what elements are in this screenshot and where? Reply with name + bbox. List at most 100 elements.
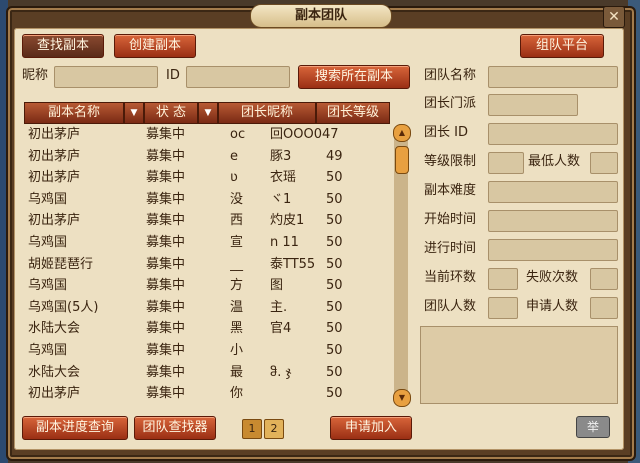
row-status: 募集中 xyxy=(146,127,186,142)
scroll-thumb[interactable] xyxy=(395,146,409,174)
current-round-label: 当前环数 xyxy=(424,270,477,285)
fail-count-field xyxy=(590,268,618,290)
report-button[interactable]: 举 xyxy=(576,416,610,438)
row-status: 募集中 xyxy=(146,343,186,358)
row-status: 募集中 xyxy=(146,386,186,402)
row-leader-level: 50 xyxy=(326,213,343,229)
header-leader-nickname: 团长昵称 xyxy=(218,102,316,124)
row-leader-level: 50 xyxy=(326,191,343,207)
table-row[interactable]: 水陆大会 募集中 最 ჵ. ჯ 50 xyxy=(24,362,390,384)
leader-id-field xyxy=(488,123,618,145)
table-row[interactable]: 初出茅庐 募集中 西 灼皮1 50 xyxy=(24,210,390,232)
id-label: ID xyxy=(166,68,180,83)
elapsed-time-label: 进行时间 xyxy=(424,241,477,256)
row-leader-level: 50 xyxy=(326,170,343,186)
scroll-down-icon[interactable]: ▼ xyxy=(393,389,411,407)
window-title: 副本团队 xyxy=(250,4,392,28)
row-status: 募集中 xyxy=(146,364,186,380)
row-dungeon-name: 初出茅庐 xyxy=(28,127,81,142)
row-leader-level: 回OOO047 xyxy=(270,127,339,142)
table-row[interactable]: 初出茅庐 募集中 ʋ 衣瑶 50 xyxy=(24,167,390,189)
row-leader-nickname-2: ヾ1 xyxy=(270,191,292,207)
row-leader-nickname: 你 xyxy=(230,386,244,402)
row-leader-level: 50 xyxy=(326,321,343,337)
row-leader-level: 50 xyxy=(326,235,343,250)
table-header: 副本名称 ▼ 状 态 ▼ 团长昵称 团长等级 xyxy=(24,102,390,124)
row-leader-level: 50 xyxy=(326,386,343,402)
row-dungeon-name: 初出茅庐 xyxy=(28,148,81,164)
table-row[interactable]: 乌鸡国 募集中 小 50 xyxy=(24,340,390,362)
table-row[interactable]: 初出茅庐 募集中 e 豚3 49 xyxy=(24,146,390,168)
elapsed-time-field xyxy=(488,239,618,261)
table-row[interactable]: 乌鸡国 募集中 没 ヾ1 50 xyxy=(24,189,390,211)
row-leader-nickname-2: 泰TT55 xyxy=(270,256,316,272)
apply-join-button[interactable]: 申请加入 xyxy=(330,416,412,440)
fail-count-label: 失败次数 xyxy=(526,270,579,285)
row-leader-nickname-2: 灼皮1 xyxy=(270,213,305,229)
row-dungeon-name: 初出茅庐 xyxy=(28,170,81,186)
start-time-field xyxy=(488,210,618,232)
header-dungeon-name: 副本名称 xyxy=(24,102,124,124)
row-status: 募集中 xyxy=(146,235,186,250)
row-dungeon-name: 乌鸡国 xyxy=(28,191,68,207)
row-status: 募集中 xyxy=(146,278,186,294)
min-people-field xyxy=(590,152,618,174)
applicants-label: 申请人数 xyxy=(526,299,579,314)
row-status: 募集中 xyxy=(146,170,186,186)
create-dungeon-button[interactable]: 创建副本 xyxy=(114,34,196,58)
level-limit-field xyxy=(488,152,524,174)
difficulty-label: 副本难度 xyxy=(424,183,477,198)
table-row[interactable]: 乌鸡国 募集中 方 图 50 xyxy=(24,275,390,297)
dungeon-progress-button[interactable]: 副本进度查询 xyxy=(22,416,128,440)
table-row[interactable]: 乌鸡国 募集中 宣 n 11 50 xyxy=(24,232,390,254)
row-dungeon-name: 水陆大会 xyxy=(28,364,81,380)
table-row[interactable]: 初出茅庐 募集中 oc 回OOO047 xyxy=(24,124,390,146)
id-input[interactable] xyxy=(186,66,290,88)
row-status: 募集中 xyxy=(146,148,186,164)
team-platform-button[interactable]: 组队平台 xyxy=(520,34,604,58)
find-dungeon-tab[interactable]: 查找副本 xyxy=(22,34,104,58)
row-dungeon-name: 初出茅庐 xyxy=(28,386,81,402)
row-leader-level: 50 xyxy=(326,299,343,315)
row-leader-level: 50 xyxy=(326,256,343,272)
row-leader-level: 50 xyxy=(326,364,343,380)
leader-school-label: 团长门派 xyxy=(424,96,477,111)
row-leader-nickname-2: 衣瑶 xyxy=(270,170,297,186)
search-dungeon-button[interactable]: 搜索所在副本 xyxy=(298,65,410,89)
table-row[interactable]: 乌鸡国(5人) 募集中 温 主. 50 xyxy=(24,297,390,319)
table-row[interactable]: 水陆大会 募集中 黑 官4 50 xyxy=(24,318,390,340)
team-size-label: 团队人数 xyxy=(424,299,477,314)
row-dungeon-name: 水陆大会 xyxy=(28,321,81,337)
page-2-button[interactable]: 2 xyxy=(264,419,284,439)
row-dungeon-name: 乌鸡国 xyxy=(28,278,68,294)
page-1-button[interactable]: 1 xyxy=(242,419,262,439)
min-people-label: 最低人数 xyxy=(528,154,581,169)
row-leader-level: 50 xyxy=(326,278,343,294)
team-name-label: 团队名称 xyxy=(424,68,477,83)
row-dungeon-name: 乌鸡国 xyxy=(28,235,68,250)
row-status: 募集中 xyxy=(146,191,186,207)
scroll-up-icon[interactable]: ▲ xyxy=(393,124,411,142)
table-row[interactable]: 胡姬琵琶行 募集中 __ 泰TT55 50 xyxy=(24,254,390,276)
nickname-input[interactable] xyxy=(54,66,158,88)
row-leader-level: 50 xyxy=(326,343,343,358)
team-finder-button[interactable]: 团队查找器 xyxy=(134,416,216,440)
table-row[interactable]: 初出茅庐 募集中 你 50 xyxy=(24,383,390,405)
current-round-field xyxy=(488,268,518,290)
team-name-field xyxy=(488,66,618,88)
row-leader-nickname: 小 xyxy=(230,343,244,358)
dungeon-list: 初出茅庐 募集中 oc 回OOO047 初出茅庐 募集中 e 豚3 49 初出茅… xyxy=(24,124,390,406)
nickname-label: 昵称 xyxy=(22,68,49,83)
row-leader-nickname-2: ჵ. ჯ xyxy=(270,364,292,380)
chevron-down-icon[interactable]: ▼ xyxy=(124,102,144,124)
row-leader-nickname-2: 豚3 xyxy=(270,148,292,164)
row-dungeon-name: 乌鸡国(5人) xyxy=(28,299,99,315)
chevron-down-icon[interactable]: ▼ xyxy=(198,102,218,124)
level-limit-label: 等级限制 xyxy=(424,154,477,169)
header-leader-level: 团长等级 xyxy=(316,102,390,124)
row-status: 募集中 xyxy=(146,256,186,272)
close-icon[interactable]: ✕ xyxy=(603,6,625,28)
row-leader-nickname-2: 主. xyxy=(270,299,288,315)
row-status: 募集中 xyxy=(146,299,186,315)
row-leader-nickname-2: 官4 xyxy=(270,321,292,337)
